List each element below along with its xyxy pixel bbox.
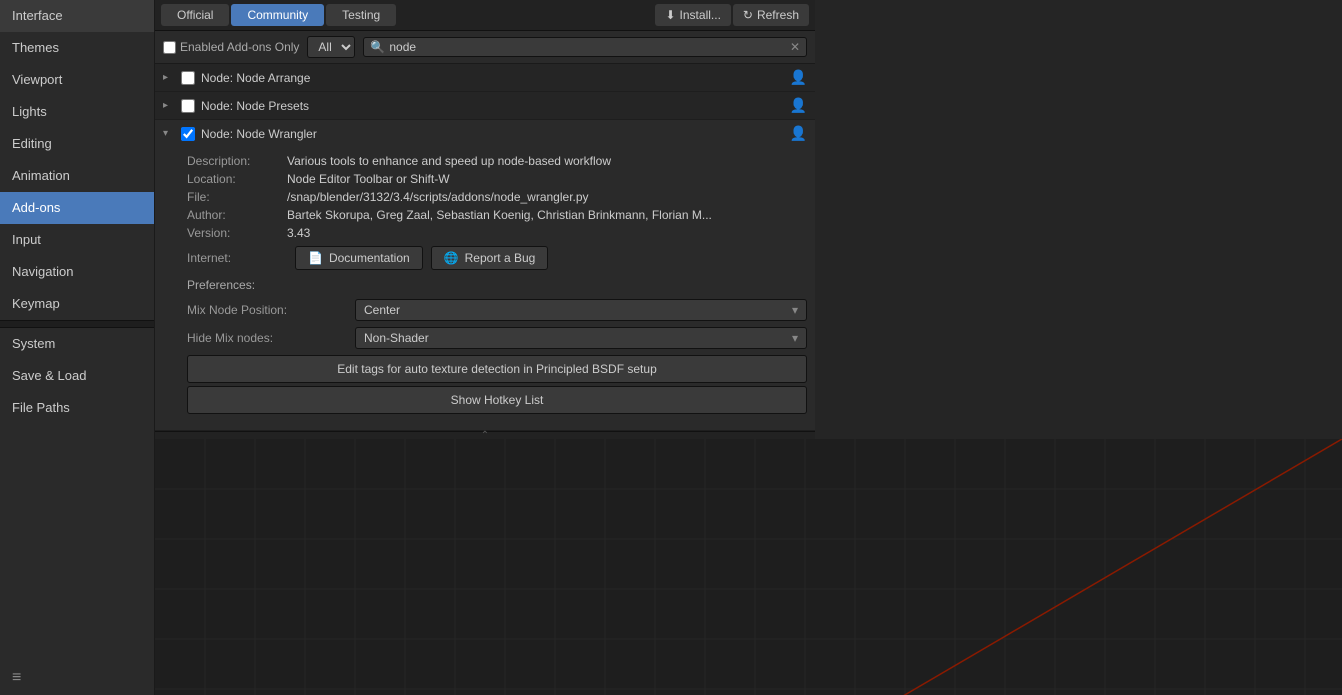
refresh-button[interactable]: ↻ Refresh xyxy=(733,4,809,26)
tab-testing[interactable]: Testing xyxy=(326,4,396,26)
addon-name-node-wrangler: Node: Node Wrangler xyxy=(201,127,784,141)
tab-bar: Official Community Testing ⬇ Install... … xyxy=(155,0,815,31)
sidebar-item-keymap[interactable]: Keymap xyxy=(0,288,154,320)
viewport-grid-svg xyxy=(155,439,1342,695)
panel-scroll-handle[interactable] xyxy=(155,431,815,439)
search-clear-button[interactable]: ✕ xyxy=(790,40,800,54)
preferences-section: Preferences: Mix Node Position: Center ▾… xyxy=(187,274,807,421)
pref-label-hide-mix-nodes: Hide Mix nodes: xyxy=(187,331,347,345)
sidebar-bottom-menu[interactable]: ≡ xyxy=(0,661,154,695)
preferences-label: Preferences: xyxy=(187,278,807,292)
refresh-icon: ↻ xyxy=(743,8,753,22)
expand-arrow-node-wrangler[interactable]: ▾ xyxy=(163,128,175,139)
addon-checkbox-node-presets[interactable] xyxy=(181,99,195,113)
addon-checkbox-node-wrangler[interactable] xyxy=(181,127,195,141)
sidebar-section-system: System Save & Load File Paths xyxy=(0,328,154,424)
search-input[interactable] xyxy=(389,40,786,54)
addon-user-icon-node-wrangler[interactable]: 👤 xyxy=(790,125,807,142)
sidebar-separator xyxy=(0,320,154,328)
pref-select-mix-node-position[interactable]: Center ▾ xyxy=(355,299,807,321)
addon-checkbox-node-arrange[interactable] xyxy=(181,71,195,85)
addons-panel: Official Community Testing ⬇ Install... … xyxy=(155,0,815,439)
search-icon: 🔍 xyxy=(370,40,385,54)
sidebar-item-interface[interactable]: Interface xyxy=(0,0,154,32)
addon-name-node-presets: Node: Node Presets xyxy=(201,99,784,113)
sidebar-section-prefs: Interface Themes Viewport Lights Editing… xyxy=(0,0,154,320)
addon-user-icon-node-arrange[interactable]: 👤 xyxy=(790,69,807,86)
addon-list: ▸ Node: Node Arrange 👤 ▸ Node: Node Pres… xyxy=(155,64,815,431)
chevron-down-icon-mix: ▾ xyxy=(792,303,798,317)
filter-bar: Enabled Add-ons Only All 🔍 ✕ xyxy=(155,31,815,64)
detail-label-author: Author: xyxy=(187,208,287,222)
addon-row-node-wrangler: ▾ Node: Node Wrangler 👤 Description: Var… xyxy=(155,120,815,431)
sidebar-item-lights[interactable]: Lights xyxy=(0,96,154,128)
addon-name-node-arrange: Node: Node Arrange xyxy=(201,71,784,85)
search-box: 🔍 ✕ xyxy=(363,37,807,57)
detail-label-version: Version: xyxy=(187,226,287,240)
pref-select-hide-mix-nodes[interactable]: Non-Shader ▾ xyxy=(355,327,807,349)
addon-details-node-wrangler: Description: Various tools to enhance an… xyxy=(163,148,807,425)
sidebar-item-addons[interactable]: Add-ons xyxy=(0,192,154,224)
detail-value-version: 3.43 xyxy=(287,226,807,240)
category-select[interactable]: All xyxy=(307,36,355,58)
edit-tags-button[interactable]: Edit tags for auto texture detection in … xyxy=(187,355,807,383)
viewport-3d xyxy=(155,439,1342,695)
main-content: Official Community Testing ⬇ Install... … xyxy=(155,0,1342,695)
tab-community[interactable]: Community xyxy=(231,4,324,26)
detail-value-location: Node Editor Toolbar or Shift-W xyxy=(287,172,807,186)
show-hotkey-button[interactable]: Show Hotkey List xyxy=(187,386,807,414)
detail-label-file: File: xyxy=(187,190,287,204)
sidebar-item-viewport[interactable]: Viewport xyxy=(0,64,154,96)
addon-user-icon-node-presets[interactable]: 👤 xyxy=(790,97,807,114)
doc-icon: 📄 xyxy=(308,251,323,265)
sidebar-item-file-paths[interactable]: File Paths xyxy=(0,392,154,424)
detail-label-internet: Internet: xyxy=(187,251,287,265)
enabled-only-checkbox[interactable] xyxy=(163,41,176,54)
expand-arrow-node-presets[interactable]: ▸ xyxy=(163,100,175,111)
download-icon: ⬇ xyxy=(665,8,675,22)
detail-value-author: Bartek Skorupa, Greg Zaal, Sebastian Koe… xyxy=(287,208,807,222)
sidebar-item-animation[interactable]: Animation xyxy=(0,160,154,192)
install-button[interactable]: ⬇ Install... xyxy=(655,4,730,26)
chevron-down-icon-hide: ▾ xyxy=(792,331,798,345)
detail-internet-row: Internet: 📄 Documentation 🌐 Report a Bug xyxy=(187,242,807,274)
enabled-only-filter[interactable]: Enabled Add-ons Only xyxy=(163,40,299,54)
pref-label-mix-node-position: Mix Node Position: xyxy=(187,303,347,317)
addon-row-node-arrange[interactable]: ▸ Node: Node Arrange 👤 xyxy=(155,64,815,92)
sidebar: Interface Themes Viewport Lights Editing… xyxy=(0,0,155,695)
sidebar-item-themes[interactable]: Themes xyxy=(0,32,154,64)
report-bug-button[interactable]: 🌐 Report a Bug xyxy=(431,246,549,270)
sidebar-item-system[interactable]: System xyxy=(0,328,154,360)
sidebar-item-navigation[interactable]: Navigation xyxy=(0,256,154,288)
pref-row-mix-node-position: Mix Node Position: Center ▾ xyxy=(187,296,807,324)
documentation-button[interactable]: 📄 Documentation xyxy=(295,246,423,270)
tab-official[interactable]: Official xyxy=(161,4,229,26)
detail-value-file: /snap/blender/3132/3.4/scripts/addons/no… xyxy=(287,190,807,204)
detail-label-description: Description: xyxy=(187,154,287,168)
sidebar-item-save-load[interactable]: Save & Load xyxy=(0,360,154,392)
detail-label-location: Location: xyxy=(187,172,287,186)
detail-value-description: Various tools to enhance and speed up no… xyxy=(287,154,807,168)
addon-row-node-presets[interactable]: ▸ Node: Node Presets 👤 xyxy=(155,92,815,120)
pref-row-hide-mix-nodes: Hide Mix nodes: Non-Shader ▾ xyxy=(187,324,807,352)
sidebar-item-editing[interactable]: Editing xyxy=(0,128,154,160)
sidebar-item-input[interactable]: Input xyxy=(0,224,154,256)
globe-icon: 🌐 xyxy=(444,251,459,265)
expand-arrow-node-arrange[interactable]: ▸ xyxy=(163,72,175,83)
